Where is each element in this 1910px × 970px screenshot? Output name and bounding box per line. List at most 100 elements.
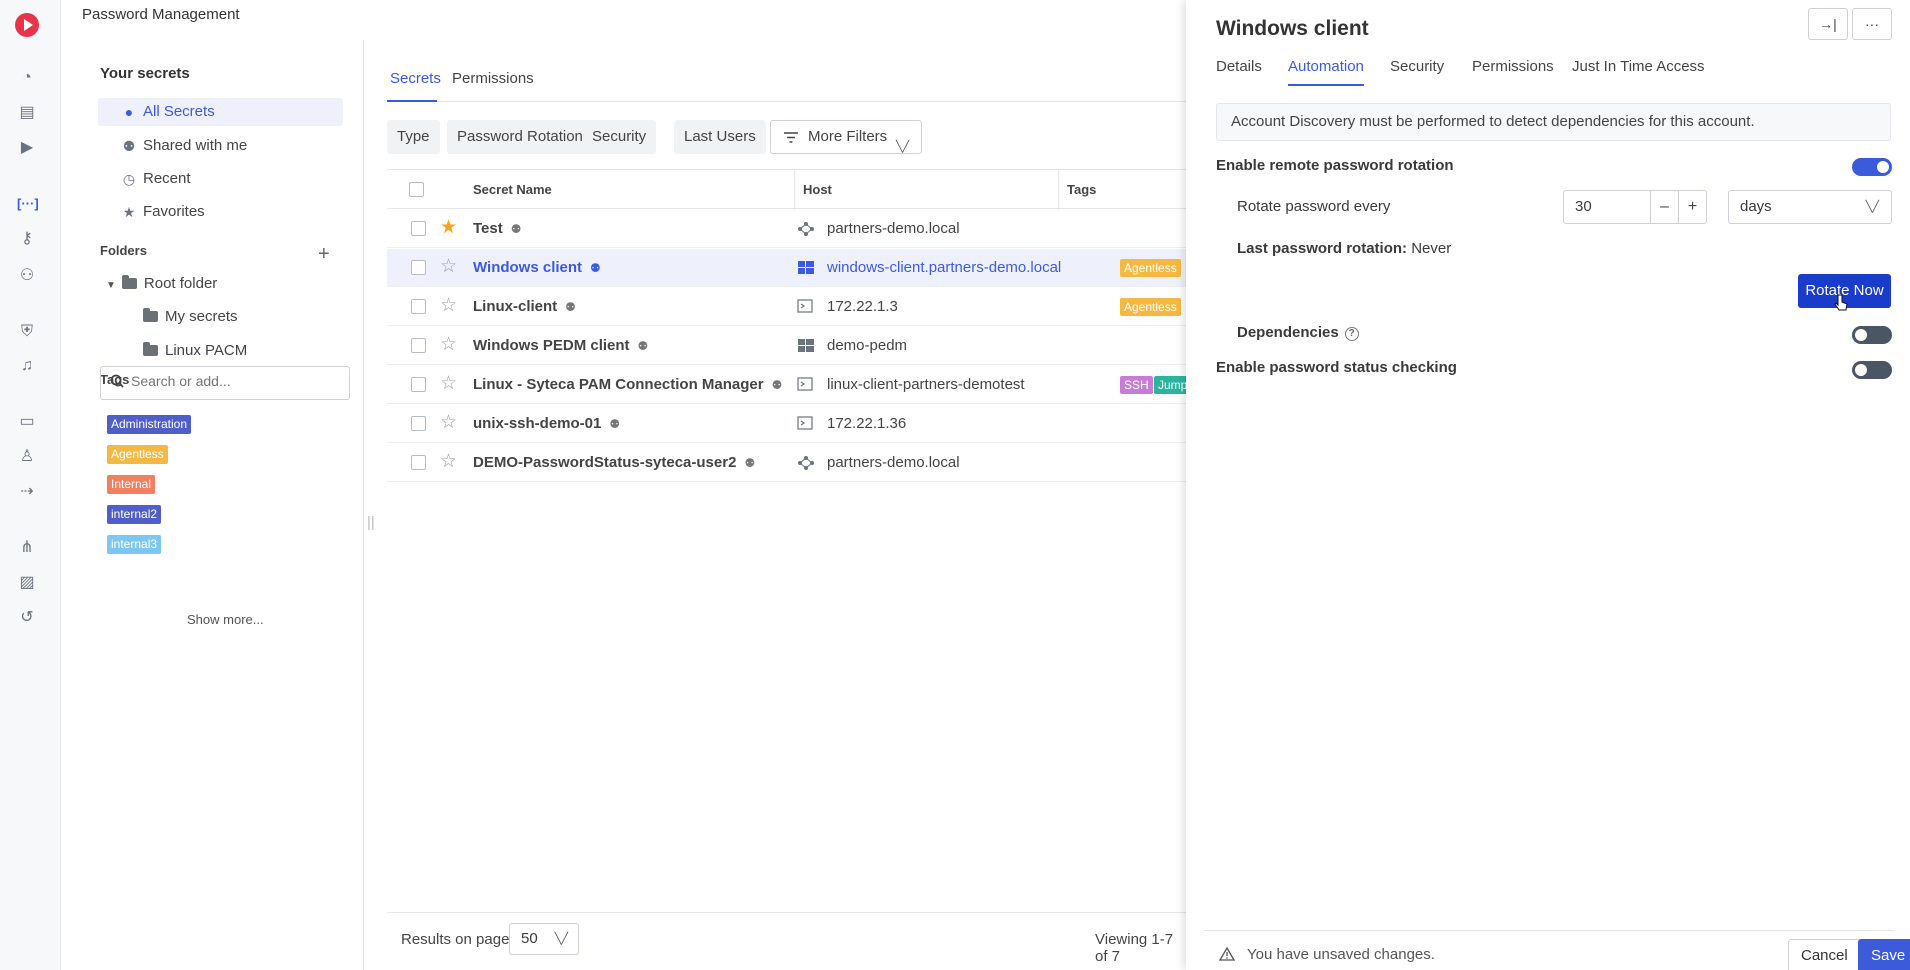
- sidebar-item-favorites[interactable]: ★ Favorites: [98, 198, 343, 226]
- folder-linux-pacm[interactable]: Linux PACM: [143, 339, 247, 363]
- table-row[interactable]: ☆ Windows PEDM client ⚉ demo-pedm: [387, 327, 1187, 365]
- decrement-button[interactable]: –: [1650, 190, 1679, 224]
- table-row[interactable]: ★ Test ⚉ partners-demo.local: [387, 210, 1187, 248]
- sidebar-item-shared[interactable]: ⚉ Shared with me: [98, 132, 343, 160]
- select-all-checkbox[interactable]: [409, 182, 424, 197]
- tab-security[interactable]: Security: [1390, 58, 1444, 86]
- row-checkbox[interactable]: [411, 377, 426, 392]
- filter-security[interactable]: Security: [582, 120, 657, 154]
- rotate-interval-input[interactable]: 30: [1563, 190, 1651, 224]
- caret-down-icon[interactable]: ▼: [106, 280, 116, 291]
- secret-name[interactable]: DEMO-PasswordStatus-syteca-user2 ⚉: [473, 454, 755, 471]
- star-outline-icon[interactable]: ☆: [440, 335, 457, 355]
- row-checkbox[interactable]: [411, 416, 426, 431]
- star-filled-icon[interactable]: ★: [440, 218, 457, 238]
- folder-my-secrets[interactable]: My secrets: [143, 305, 238, 329]
- table-row[interactable]: ☆ Windows client ⚉ windows-client.partner…: [387, 249, 1187, 287]
- table-row[interactable]: ☆ Linux-client ⚉ 172.22.1.3 Agentless: [387, 288, 1187, 326]
- document-icon[interactable]: ▤: [17, 103, 37, 123]
- status-checking-toggle[interactable]: [1852, 361, 1892, 379]
- more-filters-button[interactable]: More Filters ╲╱: [770, 120, 923, 154]
- shared-users-icon: ⚉: [510, 222, 522, 236]
- dependencies-toggle[interactable]: [1852, 326, 1892, 344]
- show-more-link[interactable]: Show more...: [187, 612, 264, 627]
- secret-name[interactable]: Windows PEDM client ⚉: [473, 337, 648, 354]
- monitor-icon[interactable]: ▭: [17, 412, 37, 432]
- tab-permissions[interactable]: Permissions: [452, 70, 534, 102]
- secret-name[interactable]: Test ⚉: [473, 220, 522, 237]
- tab-just-in-time-access[interactable]: Just In Time Access: [1572, 58, 1705, 86]
- tab-details[interactable]: Details: [1216, 58, 1262, 86]
- enable-rotation-toggle[interactable]: [1852, 158, 1892, 176]
- viewing-count: Viewing 1-7 of 7: [1095, 931, 1174, 965]
- tag-agentless[interactable]: Agentless: [107, 445, 168, 464]
- increment-button[interactable]: +: [1678, 190, 1707, 224]
- folder-label: Linux PACM: [165, 342, 248, 359]
- secret-name[interactable]: Windows client ⚉: [473, 259, 601, 276]
- column-host[interactable]: Host: [794, 170, 832, 210]
- table-row[interactable]: ☆ Linux - Syteca PAM Connection Manager ⚉…: [387, 366, 1187, 404]
- user-icon[interactable]: ♙: [17, 447, 37, 467]
- history-icon[interactable]: ↺: [17, 608, 37, 628]
- table-row[interactable]: ☆ DEMO-PasswordStatus-syteca-user2 ⚉ part…: [387, 444, 1187, 482]
- star-outline-icon[interactable]: ☆: [440, 257, 457, 277]
- play-icon[interactable]: ▶: [17, 138, 37, 158]
- bell-icon[interactable]: ♫: [17, 356, 37, 376]
- rotate-unit-value: days: [1740, 198, 1772, 215]
- tag-internal2[interactable]: internal2: [107, 505, 162, 524]
- dependencies-label: Dependencies?: [1237, 324, 1359, 341]
- filter-last-users[interactable]: Last Users: [674, 120, 766, 154]
- secret-name[interactable]: Linux-client ⚉: [473, 298, 576, 315]
- row-checkbox[interactable]: [411, 221, 426, 236]
- sidebar-item-recent[interactable]: ◷ Recent: [98, 165, 343, 193]
- secret-name[interactable]: unix-ssh-demo-01 ⚉: [473, 415, 620, 432]
- row-checkbox[interactable]: [411, 299, 426, 314]
- user-icon: ●: [124, 104, 134, 120]
- star-outline-icon[interactable]: ☆: [440, 452, 457, 472]
- page-size-select[interactable]: 50 ╲╱: [509, 923, 579, 955]
- filter-type[interactable]: Type: [387, 120, 440, 154]
- filter-password-rotation[interactable]: Password Rotation: [447, 120, 593, 154]
- tag-internal3[interactable]: internal3: [107, 535, 162, 554]
- key-icon[interactable]: ⚷: [17, 229, 37, 249]
- collapse-drawer-button[interactable]: →|: [1808, 8, 1848, 40]
- rotate-unit-select[interactable]: days ╲╱: [1728, 190, 1892, 224]
- hierarchy-icon[interactable]: ⋔: [17, 538, 37, 558]
- column-tags[interactable]: Tags: [1058, 170, 1096, 210]
- sidebar-item-all-secrets[interactable]: ● All Secrets: [98, 98, 343, 126]
- tab-secrets[interactable]: Secrets: [387, 70, 441, 102]
- add-folder-icon[interactable]: +: [318, 243, 330, 266]
- password-icon[interactable]: [···]: [17, 194, 39, 214]
- star-outline-icon[interactable]: ☆: [440, 374, 457, 394]
- app-logo-icon[interactable]: [15, 13, 39, 37]
- star-icon: ★: [122, 204, 136, 220]
- star-outline-icon[interactable]: ☆: [440, 413, 457, 433]
- table-row[interactable]: ☆ unix-ssh-demo-01 ⚉ 172.22.1.36: [387, 405, 1187, 443]
- tag-search-box[interactable]: [100, 366, 350, 400]
- usb-icon[interactable]: ⇢: [17, 482, 37, 502]
- user-key-icon[interactable]: ⚇: [17, 266, 37, 286]
- star-outline-icon[interactable]: ☆: [440, 296, 457, 316]
- tab-automation[interactable]: Automation: [1288, 58, 1364, 86]
- tag-administration[interactable]: Administration: [107, 415, 192, 434]
- secret-name[interactable]: Linux - Syteca PAM Connection Manager ⚉: [473, 376, 782, 393]
- panel-resize-handle[interactable]: ||: [367, 514, 375, 531]
- save-button[interactable]: Save: [1858, 939, 1910, 970]
- secret-host: 172.22.1.3: [827, 298, 898, 315]
- help-icon[interactable]: ?: [1344, 327, 1359, 341]
- column-secret-name[interactable]: Secret Name: [465, 170, 552, 210]
- folder-root[interactable]: ▼ Root folder: [106, 272, 217, 296]
- activity-icon[interactable]: ▨: [17, 573, 37, 593]
- secret-host: 172.22.1.36: [827, 415, 907, 432]
- shield-icon[interactable]: ⛨: [17, 322, 37, 342]
- row-checkbox[interactable]: [411, 455, 426, 470]
- last-rotation-label: Last password rotation:: [1237, 240, 1408, 257]
- row-checkbox[interactable]: [411, 338, 426, 353]
- tab-permissions[interactable]: Permissions: [1472, 58, 1554, 86]
- cancel-button[interactable]: Cancel: [1788, 939, 1861, 970]
- tag-internal[interactable]: Internal: [107, 475, 156, 494]
- more-actions-button[interactable]: ···: [1852, 8, 1892, 40]
- row-checkbox[interactable]: [411, 260, 426, 275]
- tag-search-input[interactable]: [131, 373, 341, 389]
- dashboard-icon[interactable]: ◔: [17, 68, 37, 88]
